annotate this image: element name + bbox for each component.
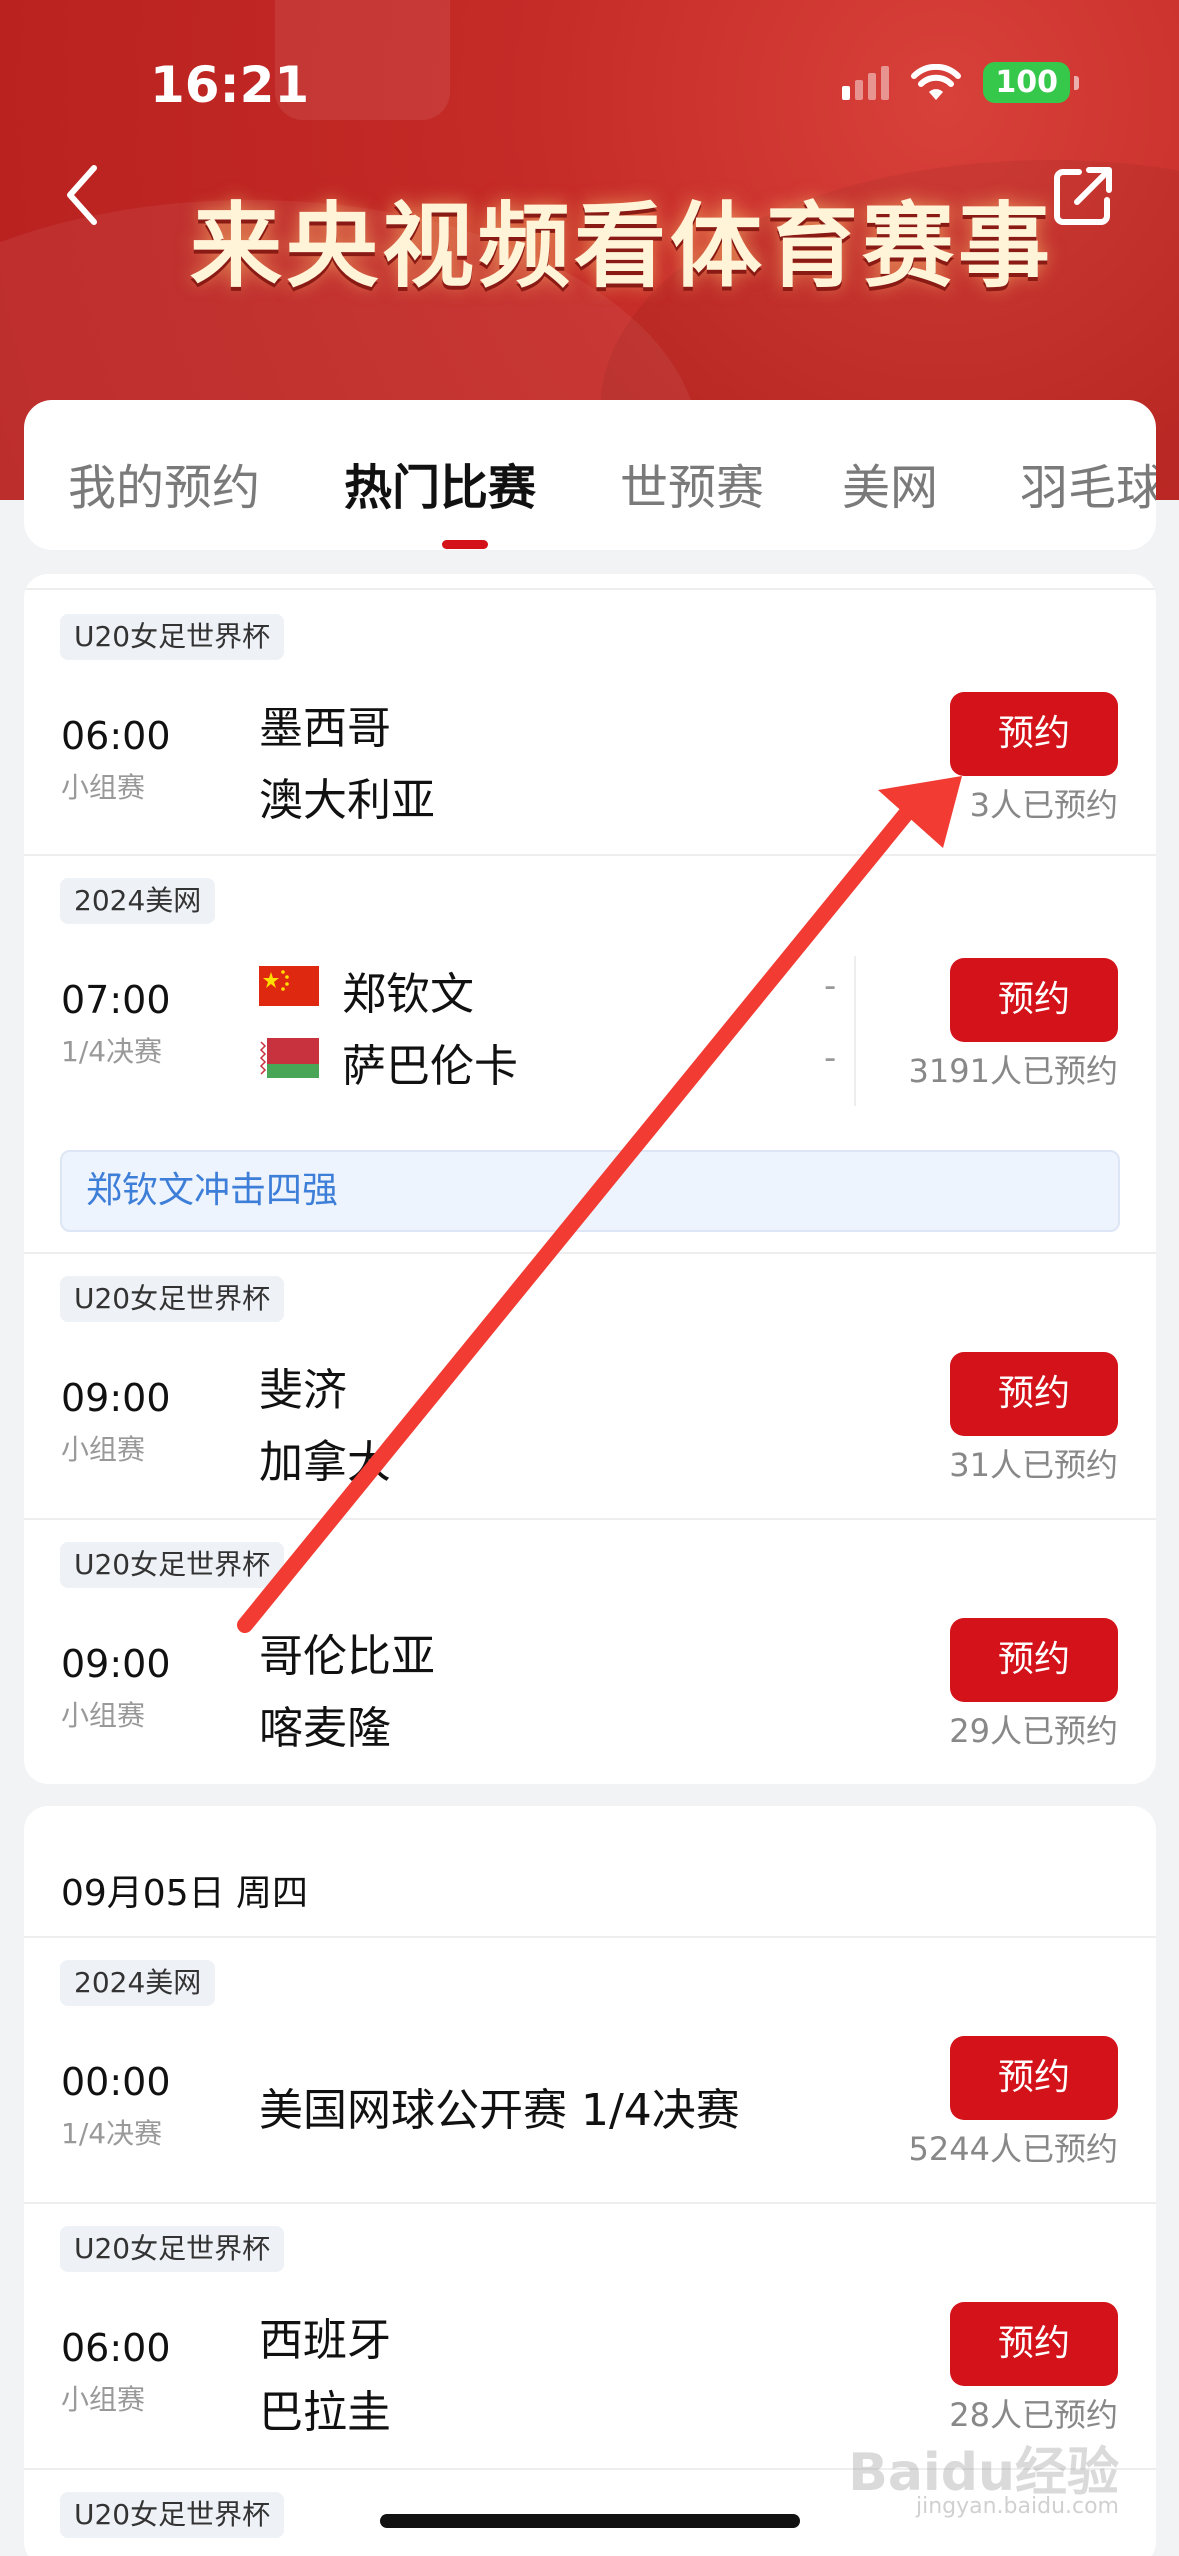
player-home: 郑钦文 <box>342 969 474 1020</box>
reserve-button[interactable]: 预约 <box>950 1618 1118 1702</box>
competition-tag: U20女足世界杯 <box>60 1542 285 1588</box>
tab-world-cup-qualifiers[interactable]: 世预赛 <box>620 448 764 518</box>
divider <box>24 854 1156 856</box>
date-header: 09月05日 周四 <box>61 1873 309 1914</box>
reserve-button[interactable]: 预约 <box>950 692 1118 776</box>
divider <box>24 2202 1156 2204</box>
match-time: 09:00 <box>61 1376 171 1420</box>
home-indicator[interactable] <box>380 2514 800 2528</box>
reservation-count: 3人已预约 <box>969 786 1118 824</box>
tab-us-open[interactable]: 美网 <box>842 448 938 518</box>
team-home: 西班牙 <box>259 2315 391 2366</box>
score-divider <box>854 956 856 1106</box>
team-away: 巴拉圭 <box>259 2387 391 2438</box>
battery-icon: 100 <box>983 62 1070 103</box>
competition-tag: U20女足世界杯 <box>60 2226 285 2272</box>
status-icons: 100 <box>842 62 1079 103</box>
match-highlight-banner[interactable]: 郑钦文冲击四强 <box>60 1150 1120 1232</box>
competition-tag: 2024美网 <box>60 1960 216 2006</box>
match-time: 06:00 <box>61 2326 171 2370</box>
match-time: 00:00 <box>61 2060 171 2104</box>
reservation-count: 29人已预约 <box>949 1712 1118 1750</box>
divider <box>24 1252 1156 1254</box>
reservation-count: 5244人已预约 <box>908 2130 1118 2168</box>
team-away: 喀麦隆 <box>259 1703 391 1754</box>
reserve-button[interactable]: 预约 <box>950 2302 1118 2386</box>
match-title: 美国网球公开赛 1/4决赛 <box>259 2085 740 2136</box>
divider <box>24 1936 1156 1938</box>
match-stage: 小组赛 <box>61 2383 146 2416</box>
back-icon[interactable] <box>60 160 110 230</box>
divider <box>24 588 1156 590</box>
team-home: 墨西哥 <box>259 703 391 754</box>
match-stage: 小组赛 <box>61 771 146 804</box>
player-away: 萨巴伦卡 <box>342 1041 518 1092</box>
match-stage: 小组赛 <box>61 1433 146 1466</box>
tab-badminton[interactable]: 羽毛球 <box>1020 448 1156 518</box>
match-time: 09:00 <box>61 1642 171 1686</box>
team-home: 哥伦比亚 <box>259 1631 435 1682</box>
share-icon[interactable] <box>1049 160 1119 230</box>
signal-icon <box>842 65 890 100</box>
team-away: 澳大利亚 <box>259 775 435 826</box>
reservation-count: 3191人已预约 <box>908 1052 1118 1090</box>
competition-tag: U20女足世界杯 <box>60 1276 285 1322</box>
score-home: - <box>824 966 837 1006</box>
watermark-url: jingyan.baidu.com <box>915 2494 1119 2519</box>
battery-tip <box>1074 75 1079 90</box>
team-away: 加拿大 <box>259 1437 391 1488</box>
competition-tag: U20女足世界杯 <box>60 614 285 660</box>
tab-bar: 我的预约 热门比赛 世预赛 美网 羽毛球 <box>24 400 1156 550</box>
competition-tag: 2024美网 <box>60 878 216 924</box>
team-home: 斐济 <box>259 1365 347 1416</box>
tab-active-indicator <box>442 540 488 549</box>
banner-title: 来央视频看体育赛事 <box>190 193 1055 300</box>
china-flag-icon <box>259 966 319 1006</box>
reserve-button[interactable]: 预约 <box>950 1352 1118 1436</box>
match-stage: 1/4决赛 <box>61 1035 163 1068</box>
match-stage: 1/4决赛 <box>61 2117 163 2150</box>
divider <box>24 1518 1156 1520</box>
wifi-icon <box>911 63 962 100</box>
tab-my-reservations[interactable]: 我的预约 <box>68 448 260 518</box>
match-time: 06:00 <box>61 714 171 758</box>
reserve-button[interactable]: 预约 <box>950 958 1118 1042</box>
reserve-button[interactable]: 预约 <box>950 2036 1118 2120</box>
status-time: 16:21 <box>150 56 310 114</box>
competition-tag: U20女足世界杯 <box>60 2492 285 2538</box>
match-stage: 小组赛 <box>61 1699 146 1732</box>
tab-hot-matches[interactable]: 热门比赛 <box>344 448 536 518</box>
reservation-count: 31人已预约 <box>949 1446 1118 1484</box>
score-away: - <box>824 1038 837 1078</box>
belarus-flag-icon <box>259 1038 319 1078</box>
match-time: 07:00 <box>61 978 171 1022</box>
match-list-card: U20女足世界杯 06:00 小组赛 墨西哥 澳大利亚 预约 3人已预约 202… <box>24 574 1156 1784</box>
